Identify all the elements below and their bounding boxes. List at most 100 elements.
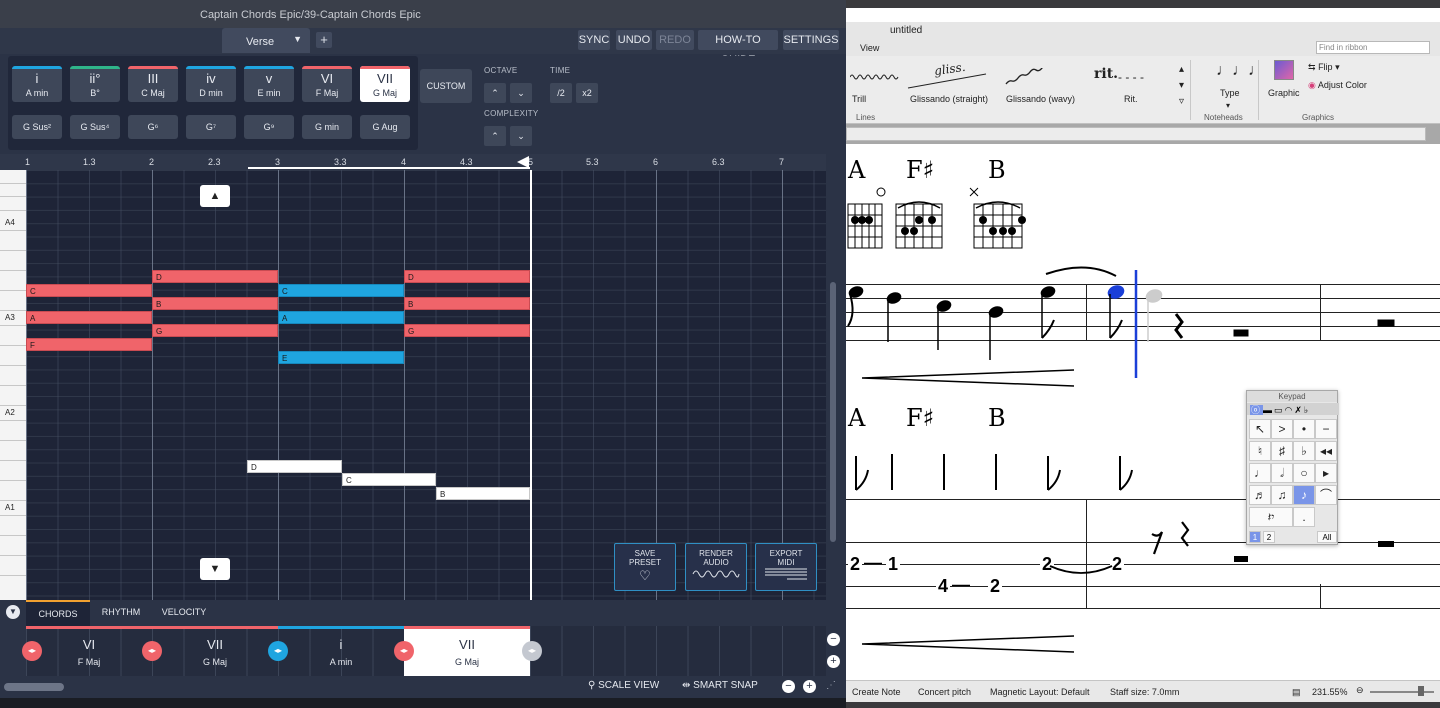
keypad-arrow-icon[interactable]: ↖: [1249, 419, 1271, 439]
octave-down-button[interactable]: ⌄: [510, 83, 532, 103]
chord-symbol[interactable]: B: [988, 404, 1006, 432]
playhead-marker[interactable]: [517, 156, 529, 168]
note-block[interactable]: B: [152, 297, 278, 310]
complexity-down-button[interactable]: ⌄: [510, 126, 532, 146]
note-block[interactable]: D: [404, 270, 530, 283]
chord-extension-7[interactable]: G⁷: [186, 115, 236, 139]
keypad-half-note-icon[interactable]: 𝅗𝅥: [1271, 463, 1293, 483]
time-double-button[interactable]: x2: [576, 83, 598, 103]
glissando-straight-label[interactable]: Glissando (straight): [910, 94, 988, 104]
redo-button[interactable]: REDO: [656, 30, 694, 50]
keypad-rest-icon[interactable]: 𝄽𝄾: [1249, 507, 1293, 527]
collapse-toggle-icon[interactable]: ▼: [6, 605, 20, 619]
tab-fret-number[interactable]: 2: [848, 554, 863, 575]
chord-extension-min[interactable]: G min: [302, 115, 352, 139]
score-canvas[interactable]: A F♯ B A F♯ B 2 — 1 4 — 2 2 2 Keypad ⓞ▬▭…: [846, 144, 1440, 680]
zoom-slider[interactable]: [1370, 691, 1434, 693]
chord-button-v[interactable]: v E min: [244, 66, 294, 102]
scroll-down-button[interactable]: ▼: [200, 558, 230, 580]
note-block[interactable]: C: [26, 284, 152, 297]
flip-button[interactable]: ⇆ Flip ▾: [1308, 62, 1340, 73]
sync-button[interactable]: SYNC: [578, 30, 610, 50]
keypad-quarter-note-icon[interactable]: ♩: [1249, 463, 1271, 483]
tab-velocity[interactable]: VELOCITY: [152, 600, 216, 626]
note-block[interactable]: E: [278, 351, 404, 364]
scale-view-button[interactable]: ⚲ SCALE VIEW: [588, 680, 659, 691]
chord-extension-6[interactable]: G⁶: [128, 115, 178, 139]
keypad-natural-icon[interactable]: ♮: [1249, 441, 1271, 461]
keypad-voice-1[interactable]: 1: [1249, 531, 1261, 543]
keypad-sixteenth-alt-icon[interactable]: ♫: [1271, 485, 1293, 505]
add-section-button[interactable]: +: [316, 32, 332, 48]
chord-resize-handle[interactable]: ◂▸: [268, 641, 288, 661]
note-block[interactable]: G: [152, 324, 278, 337]
chord-resize-handle[interactable]: ◂▸: [142, 641, 162, 661]
zoom-out-button[interactable]: −: [782, 680, 795, 693]
status-concert-pitch[interactable]: Concert pitch: [918, 687, 971, 697]
ribbon-scroll-up-icon[interactable]: ▴: [1179, 64, 1184, 75]
settings-button[interactable]: SETTINGS: [783, 30, 839, 50]
keypad-voice-all[interactable]: All: [1317, 531, 1337, 543]
note-block[interactable]: C: [278, 284, 404, 297]
keypad-tab-common-icon[interactable]: ⓞ: [1250, 405, 1264, 415]
tab-view[interactable]: View: [860, 43, 879, 53]
custom-chord-button[interactable]: CUSTOM: [420, 69, 472, 103]
chord-button-VI[interactable]: VI F Maj: [302, 66, 352, 102]
keypad-sharp-icon[interactable]: ♯: [1271, 441, 1293, 461]
crescendo-hairpin[interactable]: [860, 368, 1076, 388]
keypad-accent-icon[interactable]: >: [1271, 419, 1293, 439]
chord-button-VII[interactable]: VII G Maj: [360, 66, 410, 102]
section-select[interactable]: Verse ▼: [222, 28, 310, 53]
keypad-layout-tabs[interactable]: ⓞ▬▭◠✗♭: [1247, 403, 1339, 415]
chord-resize-handle[interactable]: ◂▸: [22, 641, 42, 661]
bass-note-block[interactable]: D: [247, 460, 342, 473]
horizontal-scrollbar[interactable]: [4, 683, 64, 691]
zoom-slider-thumb[interactable]: [1418, 686, 1424, 696]
keypad-eighth-note-icon[interactable]: ♪: [1293, 485, 1315, 505]
chord-button-III[interactable]: III C Maj: [128, 66, 178, 102]
track-chord-i[interactable]: i A min: [278, 626, 404, 676]
tab-fret-number[interactable]: 4: [936, 576, 951, 597]
tab-fret-number[interactable]: 2: [988, 576, 1003, 597]
chord-symbol[interactable]: F♯: [906, 404, 934, 432]
note-block[interactable]: B: [404, 297, 530, 310]
chord-symbol[interactable]: A: [848, 404, 865, 432]
ribbon-expand-icon[interactable]: ▿: [1179, 96, 1184, 107]
glissando-wavy-label[interactable]: Glissando (wavy): [1006, 94, 1075, 104]
keypad-voice-2[interactable]: 2: [1263, 531, 1275, 543]
smart-snap-button[interactable]: ⇹ SMART SNAP: [682, 680, 758, 691]
zoom-out-track-button[interactable]: −: [827, 633, 840, 646]
crescendo-hairpin[interactable]: [860, 634, 1076, 654]
keypad-whole-note-icon[interactable]: ○: [1293, 463, 1315, 483]
keypad-flat-icon[interactable]: ♭: [1293, 441, 1315, 461]
vertical-scrollbar[interactable]: [830, 282, 836, 542]
chord-button-ii-dim[interactable]: ii° B°: [70, 66, 120, 102]
status-magnetic-layout[interactable]: Magnetic Layout: Default: [990, 687, 1090, 697]
piano-keyboard[interactable]: A4 A3 A2 A1: [0, 170, 26, 600]
keypad-panel[interactable]: Keypad ⓞ▬▭◠✗♭ ↖ > • − ♮ ♯ ♭ ◂◂ ♩ 𝅗𝅥 ○ ▸ …: [1246, 390, 1339, 545]
chord-extension-aug[interactable]: G Aug: [360, 115, 410, 139]
keypad-sixteenth-note-icon[interactable]: ♬: [1249, 485, 1271, 505]
track-chord-VII-selected[interactable]: VII G Maj: [404, 626, 530, 676]
how-to-guide-button[interactable]: HOW-TO GUIDE: [698, 30, 778, 66]
keypad-tie-icon[interactable]: ⌒: [1315, 485, 1337, 505]
keypad-tenuto-icon[interactable]: −: [1315, 419, 1337, 439]
adjust-color-button[interactable]: ◉ Adjust Color: [1308, 80, 1367, 91]
keypad-dot-icon[interactable]: .: [1293, 507, 1315, 527]
resize-grip-icon[interactable]: ⋰: [826, 680, 836, 691]
keypad-rewind-icon[interactable]: ◂◂: [1315, 441, 1337, 461]
undo-button[interactable]: UNDO: [616, 30, 652, 50]
find-in-ribbon-input[interactable]: Find in ribbon: [1316, 41, 1430, 54]
piano-roll-grid[interactable]: D C B A G F C A E D B G D C B ▲ ▼: [26, 170, 826, 600]
notehead-type-label[interactable]: Type: [1220, 88, 1240, 98]
chord-symbol[interactable]: B: [988, 156, 1006, 184]
save-preset-button[interactable]: SAVE PRESET ♡: [614, 543, 676, 591]
note-block[interactable]: D: [152, 270, 278, 283]
bass-note-block[interactable]: C: [342, 473, 436, 486]
track-chord-VII[interactable]: VII G Maj: [152, 626, 278, 676]
chord-resize-handle[interactable]: ◂▸: [394, 641, 414, 661]
bass-note-block[interactable]: B: [436, 487, 530, 500]
chord-button-i[interactable]: i A min: [12, 66, 62, 102]
chord-extension-sus4[interactable]: G Sus⁴: [70, 115, 120, 139]
rit-label[interactable]: Rit.: [1124, 94, 1138, 104]
